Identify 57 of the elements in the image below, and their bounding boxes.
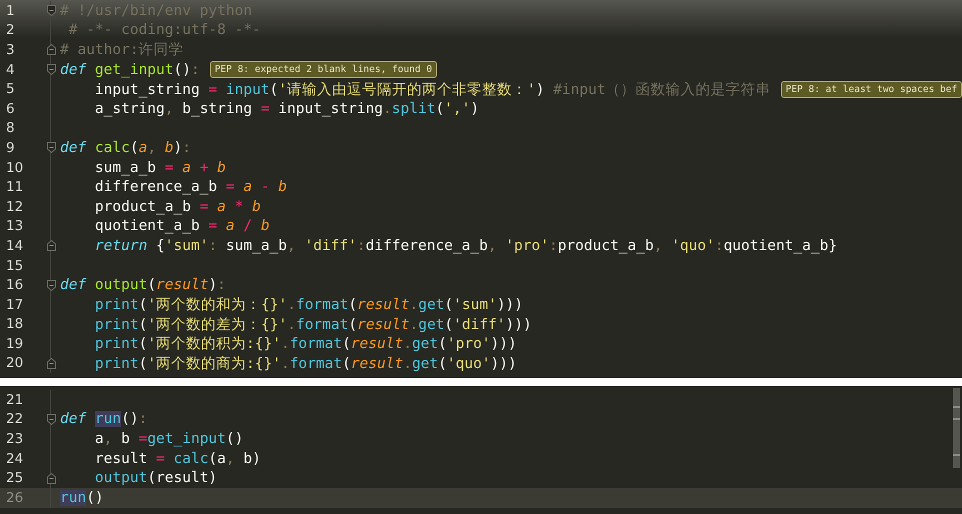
code-line: result = calc(a, b) xyxy=(94,450,261,467)
code-line: quotient_a_b = a / b xyxy=(94,218,270,234)
code-line: a_string, b_string = input_string.split(',') xyxy=(94,100,480,117)
fold-marker-icon[interactable] xyxy=(46,142,56,154)
code-line: def calc(a, b): xyxy=(60,140,191,156)
code-line: output(result) xyxy=(94,470,218,486)
line-number: 26 xyxy=(5,490,24,506)
line-number: 21 xyxy=(5,392,24,408)
code-line: print('两个数的差为：{}'.format(result.get('diff'))) xyxy=(94,316,532,334)
line-number: 3 xyxy=(5,42,16,58)
line-number: 1 xyxy=(5,2,16,19)
code-line: a, b =get_input() xyxy=(94,430,244,447)
fold-marker-icon[interactable] xyxy=(46,414,56,425)
line-number: 25 xyxy=(5,470,24,486)
fold-marker-icon[interactable] xyxy=(46,240,56,252)
line-number: 12 xyxy=(5,198,24,215)
line-number: 19 xyxy=(5,336,24,352)
line-number: 11 xyxy=(5,179,24,196)
fold-marker-icon[interactable] xyxy=(46,280,56,291)
line-number: 22 xyxy=(5,411,24,428)
line-number: 17 xyxy=(5,296,24,313)
fold-marker-icon[interactable] xyxy=(46,64,56,76)
line-number: 16 xyxy=(5,277,24,294)
line-number: 24 xyxy=(5,450,24,467)
inspection-hint: PEP 8: expected 2 blank lines, found 0 xyxy=(210,61,438,78)
inspection-hint: PEP 8: at least two spaces bef xyxy=(780,80,962,98)
scrollbar[interactable] xyxy=(953,388,960,468)
code-line: def output(result): xyxy=(60,277,226,294)
code-line: def get_input(): xyxy=(60,62,200,78)
line-number: 6 xyxy=(5,100,16,117)
line-number: 15 xyxy=(5,258,24,274)
code-line: # author:许同学 xyxy=(60,41,184,60)
code-line: sum_a_b = a + b xyxy=(94,160,226,176)
line-number: 20 xyxy=(5,355,24,372)
fold-marker-icon[interactable] xyxy=(46,358,56,369)
line-number: 23 xyxy=(5,430,24,447)
line-number: 2 xyxy=(5,22,16,38)
code-line: print('两个数的和为：{}'.format(result.get('sum'))) xyxy=(94,296,524,314)
code-line: difference_a_b = a - b xyxy=(94,179,288,196)
fold-marker-icon[interactable] xyxy=(46,44,56,56)
code-line: # -*- coding:utf-8 -*- xyxy=(68,22,261,38)
code-line: print('两个数的商为:{}'.format(result.get('quo'))) xyxy=(94,354,517,373)
code-line: return {'sum': sum_a_b, 'diff':difference_a_b, 'pro':product_a_b, 'quo':quotient_a_b} xyxy=(94,238,838,254)
fold-marker-icon[interactable] xyxy=(46,472,56,484)
code-line: def run(): xyxy=(60,411,148,428)
line-number: 5 xyxy=(5,81,16,98)
line-number: 9 xyxy=(5,140,16,156)
line-number: 13 xyxy=(5,218,24,234)
fold-marker-icon[interactable] xyxy=(46,5,56,16)
line-number: 4 xyxy=(5,62,16,78)
line-number: 18 xyxy=(5,316,24,332)
line-number: 8 xyxy=(5,120,16,136)
code-line: product_a_b = a * b xyxy=(94,198,261,215)
code-line: print('两个数的积为:{}'.format(result.get('pro'))) xyxy=(94,335,517,354)
code-line: input_string = input('请输入由逗号隔开的两个非零整数：') #input（）函数输入的是字符串 xyxy=(94,80,771,99)
line-number: 10 xyxy=(5,160,24,176)
line-number: 14 xyxy=(5,238,24,254)
